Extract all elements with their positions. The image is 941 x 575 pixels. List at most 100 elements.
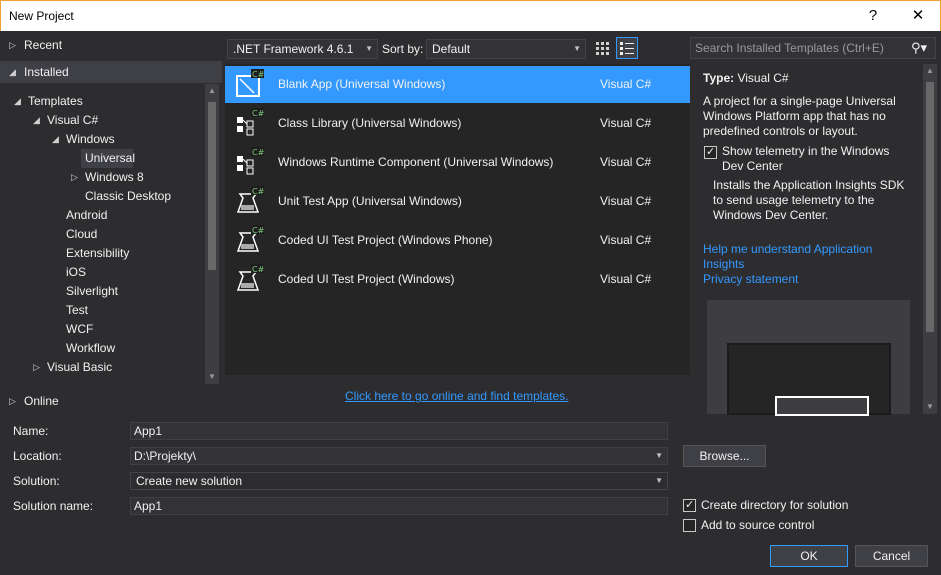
close-button[interactable]: ✕: [895, 1, 941, 31]
tree-item-label: Visual C#: [47, 113, 99, 127]
template-preview-image: [707, 300, 910, 416]
template-row[interactable]: C# Coded UI Test Project (Windows Phone) V…: [225, 222, 690, 259]
chevron-down-icon[interactable]: ◢: [52, 130, 59, 149]
type-label: Type:: [703, 71, 735, 85]
source-control-checkbox[interactable]: [683, 519, 696, 532]
section-installed-label: Installed: [24, 65, 69, 79]
create-directory-checkbox[interactable]: [683, 498, 696, 512]
tree-item[interactable]: ◢ Visual C#: [0, 111, 205, 130]
tree-scrollbar[interactable]: ▲ ▼: [205, 84, 219, 384]
search-templates-input[interactable]: Search Installed Templates (Ctrl+E) ⚲▾: [690, 37, 936, 59]
tree-item[interactable]: Universal: [81, 149, 135, 168]
svg-text:C#: C#: [252, 148, 264, 157]
tree-item-label: Visual Basic: [47, 360, 113, 374]
help-button[interactable]: ?: [850, 1, 896, 31]
location-label: Location:: [13, 449, 62, 463]
sort-dropdown[interactable]: Default ▼: [426, 39, 586, 59]
tree-item[interactable]: Classic Desktop: [0, 187, 205, 206]
scroll-down-icon[interactable]: ▼: [208, 372, 216, 381]
chevron-right-icon[interactable]: ▷: [33, 358, 40, 377]
scroll-up-icon[interactable]: ▲: [208, 86, 216, 95]
location-value: D:\Projekty\: [134, 449, 197, 463]
section-installed[interactable]: ◢ Installed: [0, 61, 222, 83]
telemetry-checkbox[interactable]: [704, 145, 717, 159]
template-name: Unit Test App (Universal Windows): [278, 194, 462, 208]
runtime-component-icon: C#: [234, 147, 265, 177]
tree-item-label: Silverlight: [66, 284, 119, 298]
chevron-down-icon: ◢: [9, 67, 16, 77]
template-row[interactable]: C# Blank App (Universal Windows) Visual C#: [225, 66, 690, 103]
template-row[interactable]: C# Unit Test App (Universal Windows) Visua…: [225, 183, 690, 220]
help-application-insights-link[interactable]: Help me understand Application Insights: [703, 242, 893, 272]
sort-value: Default: [432, 42, 471, 56]
tree-item[interactable]: Silverlight: [0, 282, 205, 301]
ok-button[interactable]: OK: [770, 545, 848, 567]
tree-item[interactable]: Workflow: [0, 339, 205, 358]
left-pane: ▷ Recent ◢ Installed ◢ Templates ◢ Visual C…: [0, 31, 222, 416]
tree-item-label: Classic Desktop: [85, 189, 172, 203]
chevron-right-icon: ▷: [9, 40, 16, 50]
template-row[interactable]: C# Class Library (Universal Windows) Visua…: [225, 105, 690, 142]
window-title: New Project: [9, 9, 74, 23]
tree-item[interactable]: WCF: [0, 320, 205, 339]
browse-button[interactable]: Browse...: [683, 445, 766, 467]
name-label: Name:: [13, 424, 49, 438]
chevron-down-icon[interactable]: ▼: [655, 473, 663, 489]
chevron-down-icon: ▼: [365, 44, 373, 53]
small-icons-view-button[interactable]: [592, 38, 612, 58]
template-name: Coded UI Test Project (Windows): [278, 272, 455, 286]
solution-value: Create new solution: [136, 474, 243, 488]
tree-item-label: iOS: [66, 265, 87, 279]
tree-item[interactable]: ◢ Windows: [0, 130, 205, 149]
chevron-down-icon[interactable]: ◢: [14, 92, 21, 111]
tree-item-label: WCF: [66, 322, 94, 336]
tree-item[interactable]: ▷ Visual Basic: [0, 358, 205, 377]
tree-item[interactable]: Cloud: [0, 225, 205, 244]
type-value: Visual C#: [737, 71, 789, 85]
list-view-button[interactable]: [616, 37, 638, 59]
project-form: Name: App1 Location: D:\Projekty\ ▼ Brow…: [0, 416, 941, 575]
svg-text:C#: C#: [252, 109, 264, 118]
template-name: Class Library (Universal Windows): [278, 116, 462, 130]
cancel-button[interactable]: Cancel: [855, 545, 928, 567]
template-row[interactable]: C# Coded UI Test Project (Windows) Visual …: [225, 261, 690, 298]
template-row[interactable]: C# Windows Runtime Component (Universal W…: [225, 144, 690, 181]
details-scroll-thumb[interactable]: [926, 82, 934, 332]
privacy-statement-link[interactable]: Privacy statement: [703, 272, 798, 287]
tree-item[interactable]: Extensibility: [0, 244, 205, 263]
solution-dropdown[interactable]: Create new solution ▼: [130, 472, 668, 490]
tree-item[interactable]: Android: [0, 206, 205, 225]
tree-item-label: Android: [66, 208, 108, 222]
section-online[interactable]: ▷ Online: [0, 390, 222, 412]
section-recent[interactable]: ▷ Recent: [0, 34, 222, 56]
framework-dropdown[interactable]: .NET Framework 4.6.1 ▼: [227, 39, 378, 59]
tree-item[interactable]: iOS: [0, 263, 205, 282]
sort-label: Sort by:: [382, 42, 424, 56]
coded-ui-test-icon: C#: [234, 225, 265, 255]
template-tree: ◢ Templates ◢ Visual C# ◢ Windows Universal ▷ Wi…: [0, 92, 205, 377]
create-directory-label[interactable]: Create directory for solution: [701, 498, 848, 512]
online-templates-link[interactable]: Click here to go online and find templat…: [345, 389, 568, 403]
search-icon[interactable]: ⚲▾: [911, 38, 927, 58]
chevron-down-icon[interactable]: ▼: [655, 448, 663, 464]
tree-item[interactable]: Test: [0, 301, 205, 320]
tree-item-label: Windows: [66, 132, 115, 146]
scroll-down-icon[interactable]: ▼: [926, 402, 934, 411]
source-control-label[interactable]: Add to source control: [701, 518, 814, 532]
telemetry-checkbox-label[interactable]: Show telemetry in the Windows Dev Center: [722, 144, 912, 174]
details-scrollbar[interactable]: ▲ ▼: [923, 64, 937, 414]
svg-text:C#: C#: [252, 265, 264, 274]
name-field[interactable]: App1: [130, 422, 668, 440]
section-recent-label: Recent: [24, 38, 63, 52]
chevron-down-icon[interactable]: ◢: [33, 111, 40, 130]
solution-name-label: Solution name:: [13, 499, 94, 513]
tree-scroll-thumb[interactable]: [208, 102, 216, 270]
scroll-up-icon[interactable]: ▲: [926, 66, 934, 75]
grid-view-icon: [596, 42, 609, 55]
solution-name-field[interactable]: App1: [130, 497, 668, 515]
tree-item[interactable]: ▷ Windows 8: [0, 168, 205, 187]
location-combo[interactable]: D:\Projekty\ ▼: [130, 447, 668, 465]
preview-element: [775, 396, 869, 416]
tree-item[interactable]: ◢ Templates: [0, 92, 205, 111]
chevron-right-icon[interactable]: ▷: [71, 168, 78, 187]
